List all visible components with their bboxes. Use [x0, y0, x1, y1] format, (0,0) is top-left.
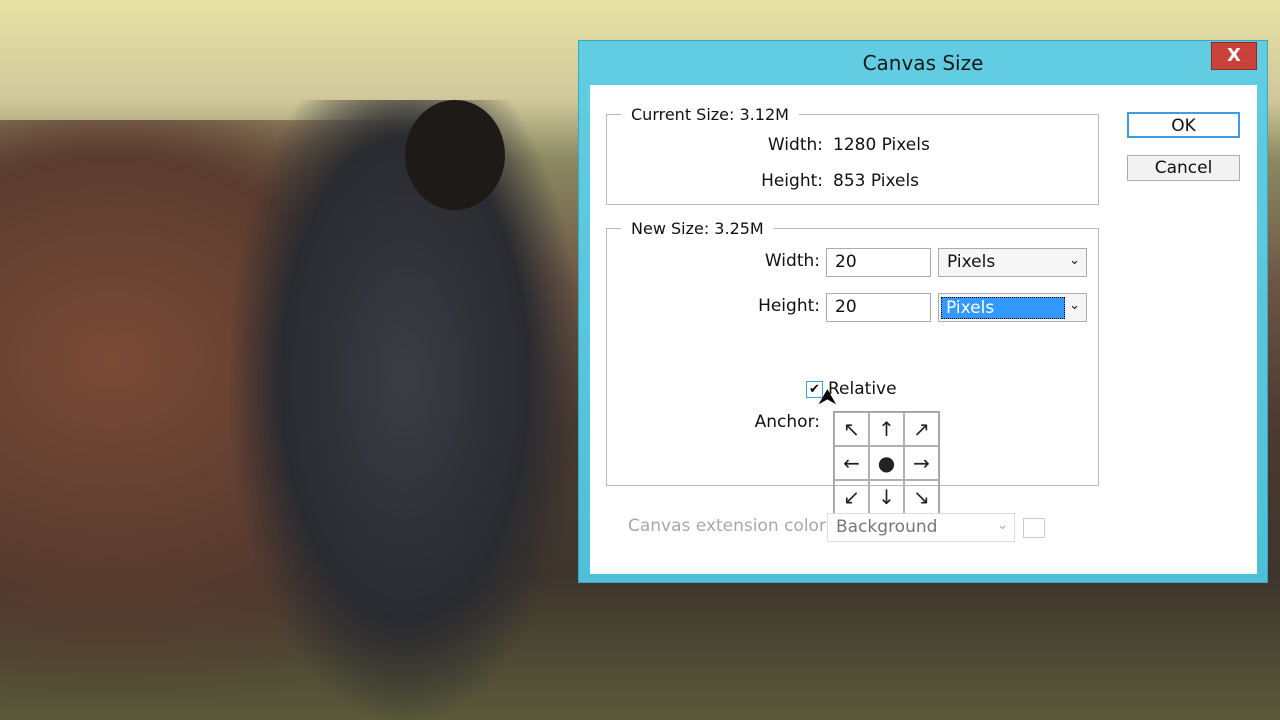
anchor-bottom-left[interactable]: ↙	[834, 480, 869, 514]
extension-color-value: Background	[836, 517, 938, 537]
width-unit-select[interactable]: Pixels ⌄	[938, 248, 1087, 277]
anchor-top[interactable]: ↑	[869, 412, 904, 446]
anchor-bottom[interactable]: ↓	[869, 480, 904, 514]
anchor-top-right[interactable]: ↗	[904, 412, 939, 446]
current-width-value: 1280 Pixels	[833, 135, 930, 155]
height-input[interactable]: 20	[826, 293, 931, 322]
height-unit-value: Pixels	[941, 297, 1066, 319]
background-person	[230, 100, 580, 720]
current-width-label: Width:	[767, 135, 823, 155]
anchor-center[interactable]: ●	[869, 446, 904, 480]
width-unit-value: Pixels	[947, 252, 996, 272]
chevron-down-icon: ⌄	[1069, 298, 1080, 313]
close-button[interactable]: X	[1211, 42, 1257, 70]
mouse-cursor-icon: ⮝	[818, 385, 837, 410]
current-height-value: 853 Pixels	[833, 171, 920, 191]
cancel-button[interactable]: Cancel	[1127, 155, 1240, 181]
anchor-bottom-right[interactable]: ↘	[904, 480, 939, 514]
dialog-body: Current Size: 3.12M Width: 1280 Pixels H…	[590, 85, 1257, 574]
relative-label[interactable]: Relative	[828, 379, 897, 399]
new-width-label: Width:	[764, 251, 820, 271]
background-person-head	[405, 100, 505, 210]
dialog-title: Canvas Size	[862, 51, 984, 75]
extension-color-swatch	[1023, 518, 1045, 538]
chevron-down-icon: ⌄	[1069, 253, 1080, 268]
anchor-label: Anchor:	[754, 412, 820, 432]
width-input[interactable]: 20	[826, 248, 931, 277]
height-unit-select[interactable]: Pixels ⌄	[938, 293, 1087, 322]
ok-button[interactable]: OK	[1127, 112, 1240, 138]
anchor-right[interactable]: →	[904, 446, 939, 480]
canvas-size-dialog: Canvas Size X Current Size: 3.12M Width:…	[578, 40, 1268, 583]
current-height-label: Height:	[761, 171, 823, 191]
current-size-group: Current Size: 3.12M Width: 1280 Pixels H…	[606, 105, 1099, 205]
new-size-legend: New Size: 3.25M	[621, 219, 774, 238]
new-height-label: Height:	[758, 296, 820, 316]
extension-color-select: Background ⌄	[827, 513, 1015, 542]
current-size-legend: Current Size: 3.12M	[621, 105, 799, 124]
anchor-grid: ↖ ↑ ↗ ← ● → ↙ ↓ ↘	[833, 411, 940, 515]
extension-color-label: Canvas extension color:	[628, 516, 832, 536]
anchor-left[interactable]: ←	[834, 446, 869, 480]
anchor-top-left[interactable]: ↖	[834, 412, 869, 446]
chevron-down-icon: ⌄	[997, 518, 1008, 533]
